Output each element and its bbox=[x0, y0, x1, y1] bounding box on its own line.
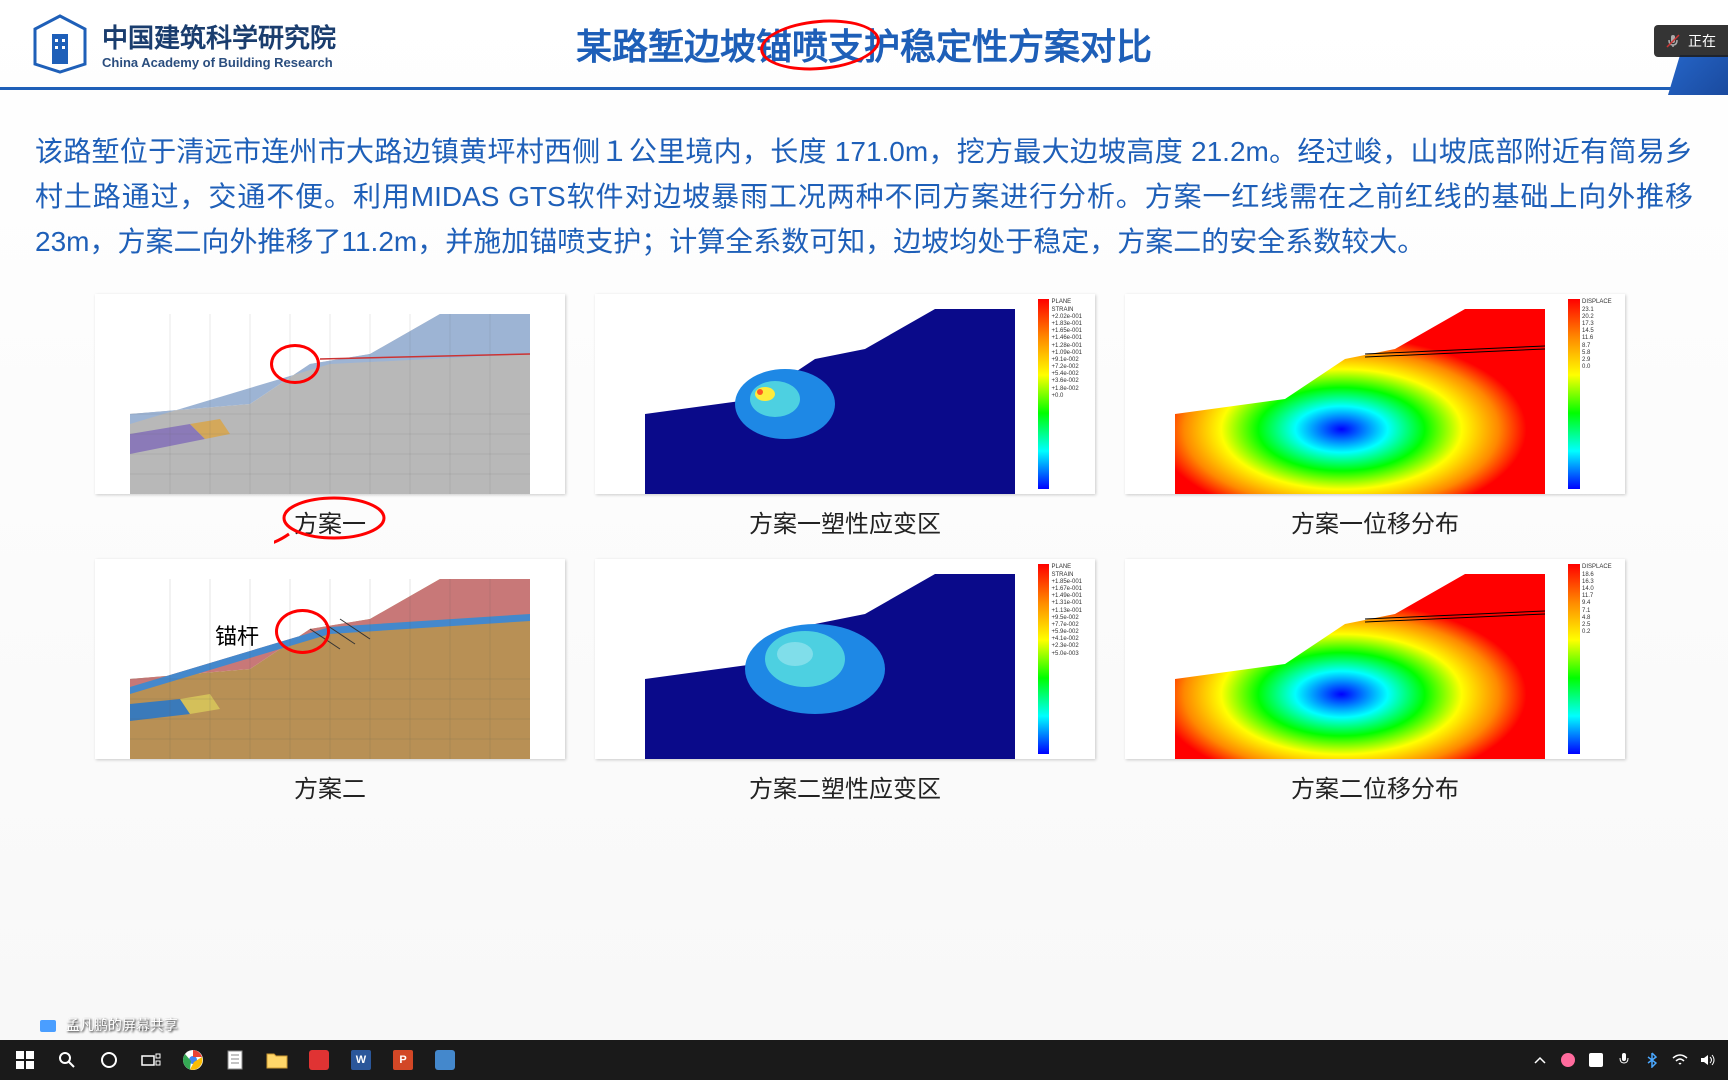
microphone-icon bbox=[1666, 34, 1680, 48]
slide-content: 该路堑位于清远市连州市大路边镇黄坪村西侧１公里境内，长度 171.0m，挖方最大… bbox=[0, 90, 1728, 824]
description-text: 该路堑位于清远市连州市大路边镇黄坪村西侧１公里境内，长度 171.0m，挖方最大… bbox=[35, 130, 1693, 264]
notepad-app[interactable] bbox=[215, 1041, 255, 1079]
start-button[interactable] bbox=[5, 1041, 45, 1079]
tray-chevron[interactable] bbox=[1530, 1050, 1550, 1070]
taskview-icon bbox=[141, 1053, 161, 1067]
cabr-logo-icon bbox=[30, 14, 90, 74]
powerpoint-app[interactable]: P bbox=[383, 1041, 423, 1079]
figure-image bbox=[95, 294, 565, 494]
corner-brand-logo bbox=[1668, 55, 1728, 95]
tray-microphone[interactable] bbox=[1614, 1050, 1634, 1070]
figure-caption: 方案二位移分布 bbox=[1291, 769, 1459, 804]
windows-taskbar[interactable]: W P bbox=[0, 1040, 1728, 1080]
explorer-app[interactable] bbox=[257, 1041, 297, 1079]
tray-volume[interactable] bbox=[1698, 1050, 1718, 1070]
folder-icon bbox=[266, 1051, 288, 1069]
figure-caption: 方案一塑性应变区 bbox=[749, 504, 941, 539]
volume-icon bbox=[1700, 1053, 1716, 1067]
tray-app-icon-2[interactable] bbox=[1586, 1050, 1606, 1070]
search-button[interactable] bbox=[47, 1041, 87, 1079]
microphone-icon bbox=[1618, 1052, 1630, 1068]
figure-scheme2-mesh: 锚杆 方案二 bbox=[95, 559, 565, 804]
tray-wifi[interactable] bbox=[1670, 1050, 1690, 1070]
wifi-icon bbox=[1672, 1054, 1688, 1066]
cortana-icon bbox=[100, 1051, 118, 1069]
app-button-2[interactable] bbox=[425, 1041, 465, 1079]
windows-icon bbox=[16, 1051, 34, 1069]
org-name-en: China Academy of Building Research bbox=[102, 55, 336, 70]
figure-image: DISPLACE18.616.314.011.79.47.14.82.50.2 bbox=[1125, 559, 1625, 759]
bluetooth-icon bbox=[1647, 1052, 1657, 1068]
search-icon bbox=[58, 1051, 76, 1069]
taskview-button[interactable] bbox=[131, 1041, 171, 1079]
red-app-icon bbox=[309, 1050, 329, 1070]
tray-bluetooth[interactable] bbox=[1642, 1050, 1662, 1070]
contour-diagram-icon bbox=[595, 559, 1095, 759]
chevron-up-icon bbox=[1534, 1056, 1546, 1064]
contour-diagram-icon bbox=[1125, 559, 1625, 759]
share-icon bbox=[40, 1020, 56, 1032]
figure-caption: 方案一位移分布 bbox=[1291, 504, 1459, 539]
figure-image: 锚杆 bbox=[95, 559, 565, 759]
tray-app-icon[interactable] bbox=[1558, 1050, 1578, 1070]
colorbar-legend: DISPLACE18.616.314.011.79.47.14.82.50.2 bbox=[1568, 564, 1623, 754]
taskbar-left: W P bbox=[0, 1041, 465, 1079]
colorbar-legend: PLANE STRAIN+1.85e-001+1.67e-001+1.49e-0… bbox=[1038, 564, 1093, 754]
app-button-1[interactable] bbox=[299, 1041, 339, 1079]
word-app[interactable]: W bbox=[341, 1041, 381, 1079]
contour-diagram-icon bbox=[1125, 294, 1625, 494]
presentation-slide: 中国建筑科学研究院 China Academy of Building Rese… bbox=[0, 0, 1728, 1040]
chrome-app[interactable] bbox=[173, 1041, 213, 1079]
meeting-status-overlay[interactable]: 正在 bbox=[1654, 25, 1728, 57]
figure-scheme2-displacement: DISPLACE18.616.314.011.79.47.14.82.50.2 … bbox=[1125, 559, 1625, 804]
logo-text: 中国建筑科学研究院 China Academy of Building Rese… bbox=[102, 18, 336, 70]
figure-image: DISPLACE23.120.217.314.511.68.75.82.90.0 bbox=[1125, 294, 1625, 494]
document-icon bbox=[226, 1050, 244, 1070]
contour-diagram-icon bbox=[595, 294, 1095, 494]
figure-scheme1-strain: PLANE STRAIN+2.02e-001+1.83e-001+1.65e-0… bbox=[595, 294, 1095, 539]
annotation-circle-caption1 bbox=[274, 496, 394, 546]
figure-caption: 方案二塑性应变区 bbox=[749, 769, 941, 804]
mesh-diagram-icon bbox=[95, 559, 565, 759]
word-icon: W bbox=[351, 1050, 371, 1070]
figures-grid: 方案一 bbox=[35, 294, 1693, 804]
chrome-icon bbox=[182, 1049, 204, 1071]
cortana-button[interactable] bbox=[89, 1041, 129, 1079]
org-name-cn: 中国建筑科学研究院 bbox=[102, 18, 336, 55]
mesh-diagram-icon bbox=[95, 294, 565, 494]
figure-scheme1-displacement: DISPLACE23.120.217.314.511.68.75.82.90.0… bbox=[1125, 294, 1625, 539]
powerpoint-icon: P bbox=[393, 1050, 413, 1070]
blue-app-icon bbox=[435, 1050, 455, 1070]
system-tray bbox=[1530, 1050, 1728, 1070]
logo-area: 中国建筑科学研究院 China Academy of Building Rese… bbox=[30, 14, 336, 74]
meeting-status-text: 正在 bbox=[1688, 31, 1716, 51]
pink-tray-icon bbox=[1561, 1053, 1575, 1067]
figure-scheme1-mesh: 方案一 bbox=[95, 294, 565, 539]
colorbar-legend: PLANE STRAIN+2.02e-001+1.83e-001+1.65e-0… bbox=[1038, 299, 1093, 489]
white-tray-icon bbox=[1589, 1053, 1603, 1067]
figure-image: PLANE STRAIN+2.02e-001+1.83e-001+1.65e-0… bbox=[595, 294, 1095, 494]
screen-share-label: 孟凡鹏的屏幕共享 bbox=[40, 1015, 178, 1035]
anchor-label: 锚杆 bbox=[215, 619, 259, 651]
slide-header: 中国建筑科学研究院 China Academy of Building Rese… bbox=[0, 0, 1728, 90]
figure-caption: 方案二 bbox=[294, 769, 366, 804]
colorbar-legend: DISPLACE23.120.217.314.511.68.75.82.90.0 bbox=[1568, 299, 1623, 489]
figure-scheme2-strain: PLANE STRAIN+1.85e-001+1.67e-001+1.49e-0… bbox=[595, 559, 1095, 804]
figure-image: PLANE STRAIN+1.85e-001+1.67e-001+1.49e-0… bbox=[595, 559, 1095, 759]
